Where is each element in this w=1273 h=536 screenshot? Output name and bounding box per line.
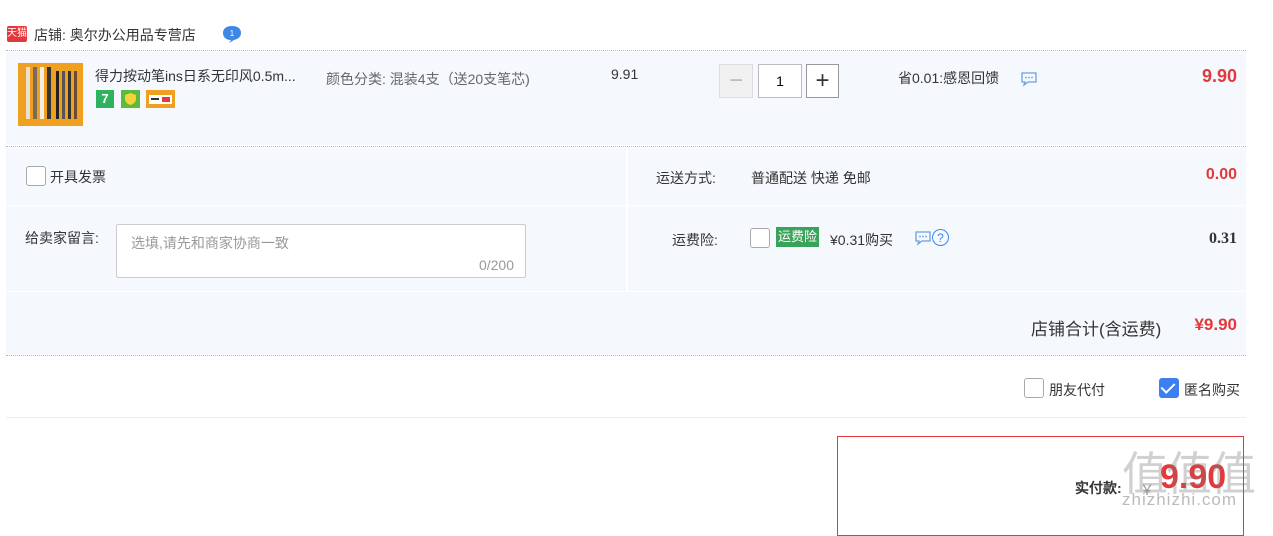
friend-pay-checkbox[interactable] [1024,378,1044,398]
checkmark-icon [1160,379,1176,394]
shipping-method-value: 普通配送 快递 免邮 [751,170,871,186]
credit-card-icon [146,90,175,108]
shipping-insurance-badge: 运费险 [776,227,820,247]
insurance-comment-icon[interactable] [914,230,932,246]
quantity-increase-button[interactable]: + [806,64,839,98]
shipping-method-label: 运送方式: [656,170,716,186]
item-title[interactable]: 得力按动笔ins日系无印风0.5m... [95,66,320,86]
item-spec: 颜色分类: 混装4支（送20支笔芯) [326,71,530,87]
shipping-insurance-price: ¥0.31购买 [830,232,894,248]
shipping-insurance-label: 运费险: [672,232,718,248]
shop-total-label: 店铺合计(含运费) [1031,320,1162,339]
invoice-checkbox[interactable] [26,166,46,186]
invoice-label[interactable]: 开具发票 [50,167,106,187]
unit-price: 9.91 [611,66,639,82]
friend-pay-label[interactable]: 朋友代付 [1049,380,1105,400]
guarantee-shield-icon [121,90,140,108]
shipping-fee: 0.00 [1205,166,1237,183]
wangwang-chat-icon[interactable]: 1 [221,24,243,44]
seller-message-placeholder: 选填,请先和商家协商一致 [131,235,289,251]
shipping-insurance-fee: 0.31 [1209,230,1237,247]
quantity-decrease-button[interactable]: − [719,64,753,98]
promotion-text: 省0.01:感恩回馈 [898,70,1000,86]
actual-payment-label: 实付款: [1075,480,1122,496]
tmall-badge: 天猫 [7,26,27,42]
section-divider [6,417,1246,418]
seven-day-return-icon: 7 [96,90,114,108]
options-column-divider [626,148,628,291]
item-separator [6,146,1246,147]
shop-total-value: ¥9.90 [1194,315,1237,334]
promotion-comment-icon[interactable] [1020,71,1038,87]
shipping-insurance-checkbox[interactable] [750,228,770,248]
watermark-url: zhizhizhi.com [1122,490,1238,509]
quantity-input[interactable] [758,64,802,98]
seller-message-label: 给卖家留言: [25,230,99,246]
anonymous-purchase-label[interactable]: 匿名购买 [1184,380,1240,400]
insurance-help-icon[interactable]: ? [932,229,949,246]
message-char-count: 0/200 [478,257,514,273]
shop-name[interactable]: 店铺: 奥尔办公用品专营店 [34,25,196,45]
shop-separator [6,50,1246,51]
item-thumbnail[interactable] [18,63,83,126]
anonymous-purchase-checkbox[interactable] [1159,378,1179,398]
options-bottom-separator [6,355,1246,356]
item-total-price: 9.90 [1201,66,1237,86]
chat-count: 1 [230,29,235,38]
shop-total-divider [6,291,1246,292]
